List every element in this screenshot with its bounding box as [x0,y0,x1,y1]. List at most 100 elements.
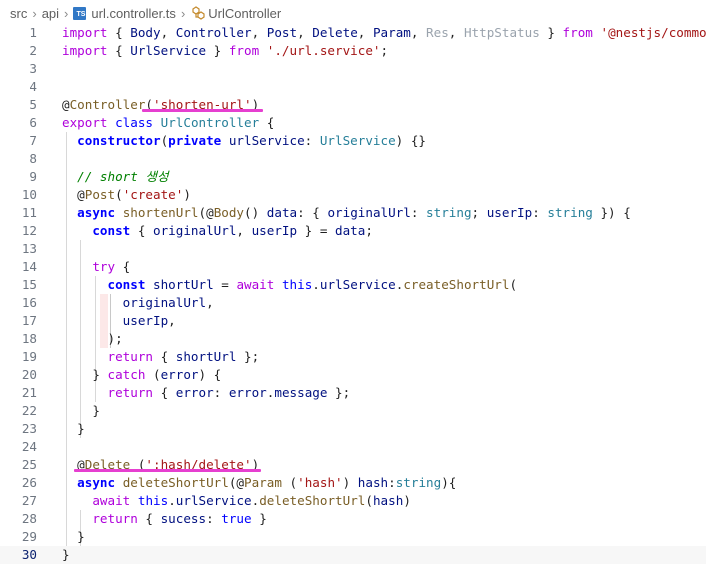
code-line[interactable]: 1 import { Body, Controller, Post, Delete… [0,24,706,42]
line-number: 14 [21,259,37,274]
line-number: 3 [29,61,37,76]
code-token: userIp [251,223,298,238]
code-token: ( [281,475,298,490]
line-number: 10 [21,187,37,202]
code-text: originalUrl, [62,294,214,312]
code-line[interactable]: 3 [0,60,706,78]
code-line[interactable]: 10 @Post('create') [0,186,706,204]
code-line[interactable]: 22 } [0,402,706,420]
code-token: ) [342,475,358,490]
code-line[interactable]: 13 [0,240,706,258]
breadcrumb-item-class[interactable]: UrlController [208,6,281,21]
code-token: ){ [441,475,457,490]
breadcrumb-item-api[interactable]: api [42,6,59,21]
code-token: : [388,475,396,490]
line-number: 5 [29,97,37,112]
code-token: , [410,25,427,40]
code-token: : [532,205,548,220]
code-line[interactable]: 30} [0,546,706,564]
code-token: @ [62,97,70,112]
code-line[interactable]: 20 } catch (error) { [0,366,706,384]
code-line[interactable]: 5 @Controller('shorten-url') [0,96,706,114]
line-number: 24 [21,439,37,454]
code-line[interactable]: 8 [0,150,706,168]
code-line[interactable]: 21 return { error: error.message }; [0,384,706,402]
code-line[interactable]: 14 try { [0,258,706,276]
code-token: = [213,277,237,292]
code-token: }; [236,349,260,364]
typescript-file-icon: TS [73,6,87,20]
code-token: { [107,25,131,40]
code-line[interactable]: 23 } [0,420,706,438]
line-number: 13 [21,241,37,256]
code-token: data [335,223,366,238]
code-line[interactable]: 19 return { shortUrl }; [0,348,706,366]
code-line[interactable]: 15 const shortUrl = await this.urlServic… [0,276,706,294]
code-token: }; [327,385,351,400]
line-number: 20 [21,367,37,382]
code-token: return [107,349,154,364]
code-token: const [107,277,146,292]
code-token: constructor [77,133,161,148]
code-line[interactable]: 12 const { originalUrl, userIp } = data; [0,222,706,240]
code-token: urlService [319,277,396,292]
code-text: import { UrlService } from './url.servic… [62,42,388,60]
code-line[interactable]: 16 originalUrl, [0,294,706,312]
code-token: error [228,385,267,400]
code-token: Controller [69,97,146,112]
line-number: 23 [21,421,37,436]
code-token: : [304,133,320,148]
code-line[interactable]: 9 // short 생성 [0,168,706,186]
code-token: hash [372,493,404,508]
code-line[interactable]: 11 async shortenUrl(@Body() data: { orig… [0,204,706,222]
code-line[interactable]: 17 userIp, [0,312,706,330]
code-line[interactable]: 18 ); [0,330,706,348]
code-text: @Post('create') [62,186,191,204]
code-token: Body [213,205,245,220]
code-token: urlService [228,133,305,148]
breadcrumb-item-src[interactable]: src [10,6,27,21]
code-token: UrlService [319,133,396,148]
line-number: 16 [21,295,37,310]
code-token: Controller [175,25,252,40]
code-editor[interactable]: 1 import { Body, Controller, Post, Delete… [0,24,706,568]
code-line[interactable]: 2 import { UrlService } from './url.servi… [0,42,706,60]
code-line[interactable]: 24 [0,438,706,456]
code-token: ( [365,493,373,508]
code-line[interactable]: 7 constructor(private urlService: UrlSer… [0,132,706,150]
code-token: message [274,385,328,400]
code-line[interactable]: 26 async deleteShortUrl(@Param ('hash') … [0,474,706,492]
code-line[interactable]: 4 [0,78,706,96]
code-token: { [259,115,275,130]
code-token: Post [266,25,298,40]
code-token: Delete [312,25,358,40]
code-token: createShortUrl [403,277,510,292]
line-number: 8 [29,151,37,166]
code-token: this [281,277,313,292]
code-line[interactable]: 28 return { sucess: true } [0,510,706,528]
code-token: class [115,115,154,130]
line-number: 7 [29,133,37,148]
code-token: hash [357,475,389,490]
code-token: , [206,295,214,310]
code-line[interactable]: 27 await this.urlService.deleteShortUrl(… [0,492,706,510]
code-token: ( [509,277,518,292]
code-line[interactable]: 29 } [0,528,706,546]
code-token: UrlService [130,43,207,58]
code-text: } [62,528,85,546]
code-line[interactable]: 6 export class UrlController { [0,114,706,132]
breadcrumb-item-file[interactable]: url.controller.ts [91,6,176,21]
code-text: async shortenUrl(@Body() data: { origina… [62,204,631,222]
